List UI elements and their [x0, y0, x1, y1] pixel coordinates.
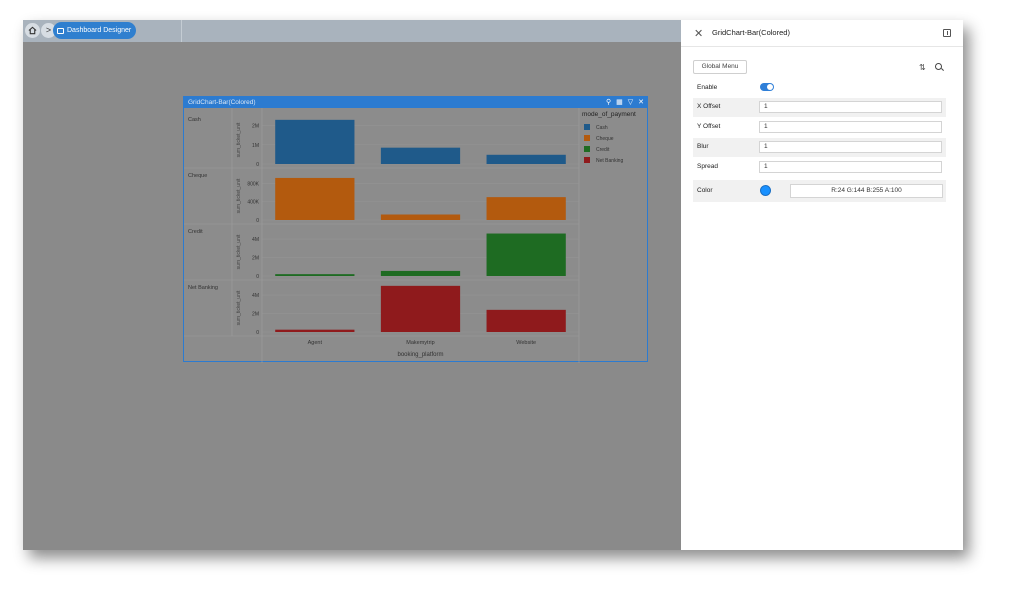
y-axis-title: sum_ticket_unit [236, 290, 242, 325]
y-offset-label: Y Offset [697, 123, 721, 130]
color-value-input[interactable]: R:24 G:144 B:255 A:100 [790, 184, 943, 198]
row-facet-label: Net Banking [188, 285, 218, 291]
spread-label: Spread [697, 163, 718, 170]
x-offset-label: X Offset [697, 103, 721, 110]
legend-title: mode_of_payment [582, 111, 636, 118]
x-axis-title: booking_platform [397, 352, 443, 358]
bar-cheque-makemytrip [380, 214, 461, 220]
widget-header: GridChart-Bar(Colored) ⚲ ▦ ▽ ✕ [184, 97, 647, 108]
blur-input[interactable]: 1 [759, 141, 942, 153]
legend-swatch [584, 157, 590, 163]
y-tick-label: 2M [252, 124, 259, 130]
y-tick-label: 0 [256, 274, 259, 280]
y-offset-row: Y Offset 1 [693, 118, 946, 137]
y-offset-input[interactable]: 1 [759, 121, 942, 133]
top-bar: > Dashboard Designer [23, 20, 681, 42]
global-menu-button[interactable]: Global Menu [693, 60, 747, 74]
bar-cash-website [486, 154, 566, 164]
legend-entry: Net Banking [596, 158, 623, 164]
legend-swatch [584, 124, 590, 130]
breadcrumb-label: Dashboard Designer [67, 27, 132, 34]
enable-row: Enable [693, 79, 946, 98]
close-icon[interactable]: ✕ [638, 97, 644, 108]
y-axis-title: sum_ticket_unit [236, 122, 242, 157]
bar-net-banking-agent [275, 329, 355, 332]
enable-toggle[interactable] [760, 83, 774, 91]
pin-icon[interactable]: ⚲ [606, 97, 611, 108]
bar-credit-website [486, 233, 566, 276]
bar-credit-agent [275, 274, 355, 276]
app-window: > Dashboard Designer GridChart-Bar(Color… [23, 20, 963, 550]
row-facet-label: Cash [188, 117, 201, 123]
blur-label: Blur [697, 143, 709, 150]
bar-credit-makemytrip [380, 270, 461, 276]
y-tick-label: 2M [252, 312, 259, 318]
spread-input[interactable]: 1 [759, 161, 942, 173]
panel-title: GridChart-Bar(Colored) [712, 28, 790, 37]
legend-swatch [584, 135, 590, 141]
bar-cash-makemytrip [380, 147, 461, 164]
widget-title: GridChart-Bar(Colored) [188, 99, 256, 106]
color-swatch[interactable] [760, 185, 771, 196]
y-tick-label: 0 [256, 330, 259, 336]
bar-cheque-website [486, 197, 566, 220]
topbar-divider [181, 20, 182, 42]
y-tick-label: 400K [247, 200, 259, 206]
bar-net-banking-website [486, 309, 566, 332]
properties-panel: ✕ GridChart-Bar(Colored) Global Menu ⇅ E… [681, 20, 963, 550]
panel-header: ✕ GridChart-Bar(Colored) [681, 20, 963, 47]
x-tick-label: Website [516, 340, 536, 346]
y-tick-label: 1M [252, 143, 259, 149]
x-offset-input[interactable]: 1 [759, 101, 942, 113]
sort-icon[interactable]: ⇅ [919, 63, 926, 72]
grid-icon[interactable]: ▦ [616, 97, 623, 108]
y-tick-label: 4M [252, 293, 259, 299]
row-facet-label: Credit [188, 229, 203, 235]
y-tick-label: 0 [256, 162, 259, 168]
x-tick-label: Agent [308, 340, 323, 346]
grid-bar-chart: Cash sum_ticket_unit 0 1M 2M Cheque sum_ticket… [184, 108, 636, 363]
chart-widget[interactable]: GridChart-Bar(Colored) ⚲ ▦ ▽ ✕ Cash sum_t… [183, 96, 648, 363]
color-label: Color [697, 187, 713, 194]
legend-entry: Cash [596, 125, 608, 131]
legend-swatch [584, 146, 590, 152]
spread-row: Spread 1 [693, 158, 946, 177]
enable-label: Enable [697, 84, 718, 91]
dock-panel-icon[interactable] [943, 29, 951, 37]
dashboard-icon [57, 27, 64, 34]
bar-cash-agent [275, 119, 355, 164]
legend-entry: Credit [596, 147, 610, 153]
search-icon[interactable] [935, 63, 942, 70]
bar-cheque-agent [275, 177, 355, 220]
row-facet-label: Cheque [188, 173, 207, 179]
bar-net-banking-makemytrip [380, 285, 461, 332]
home-icon[interactable] [25, 23, 40, 38]
x-offset-row: X Offset 1 [693, 98, 946, 117]
breadcrumb-dashboard-designer[interactable]: Dashboard Designer [53, 22, 137, 39]
close-panel-icon[interactable]: ✕ [694, 27, 703, 40]
y-tick-label: 4M [252, 237, 259, 243]
x-tick-label: Makemytrip [406, 340, 434, 346]
blur-row: Blur 1 [693, 138, 946, 157]
y-axis-title: sum_ticket_unit [236, 178, 242, 213]
y-tick-label: 0 [256, 218, 259, 224]
y-tick-label: 800K [247, 181, 259, 187]
y-tick-label: 2M [252, 256, 259, 262]
y-axis-title: sum_ticket_unit [236, 234, 242, 269]
legend-entry: Cheque [596, 136, 614, 142]
color-row: Color R:24 G:144 B:255 A:100 [693, 180, 946, 202]
filter-icon[interactable]: ▽ [628, 97, 633, 108]
